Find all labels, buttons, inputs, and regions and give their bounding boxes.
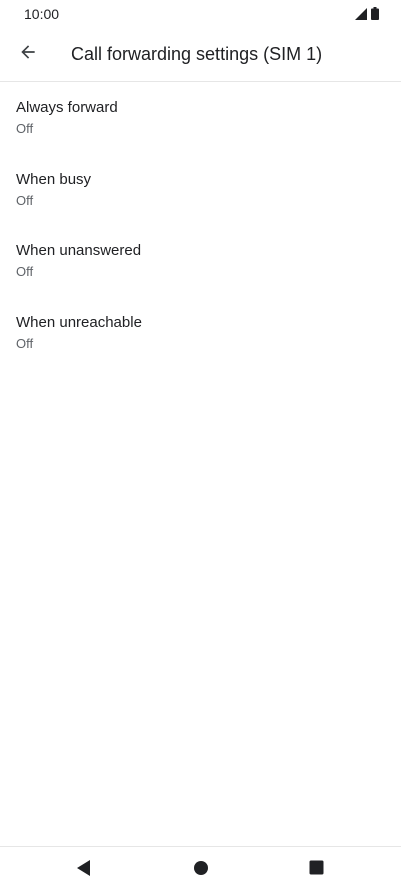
navigation-bar [0,846,401,893]
nav-back-icon [76,859,92,882]
setting-summary: Off [16,121,34,136]
battery-icon [371,7,379,25]
setting-title: When unanswered [16,242,142,259]
setting-when-unanswered[interactable]: When unanswered Off [0,225,401,297]
setting-when-busy[interactable]: When busy Off [0,154,401,226]
setting-summary: Off [16,335,34,351]
status-bar: 10:00 [0,0,401,28]
status-icons [355,7,379,25]
setting-summary: Off [16,192,34,208]
setting-when-unreachable[interactable]: When unreachable Off [0,297,401,369]
nav-home-button[interactable] [188,857,214,883]
nav-recents-button[interactable] [303,857,329,883]
nav-home-icon [193,860,209,881]
setting-summary: Off [16,264,34,279]
app-bar: Call forwarding settings (SIM 1) [0,28,401,82]
arrow-back-icon [18,42,38,67]
setting-title: When busy [16,170,92,188]
setting-title: Always forward [16,99,118,116]
status-time: 10:00 [24,6,60,22]
page-title: Call forwarding settings (SIM 1) [71,44,323,64]
back-button[interactable] [8,34,48,74]
nav-back-button[interactable] [71,857,97,883]
settings-list: Always forward Off When busy Off When un… [0,82,401,368]
setting-title: When unreachable [16,313,142,331]
setting-always-forward[interactable]: Always forward Off [0,82,401,154]
nav-recents-icon [309,860,324,880]
signal-icon [355,7,367,25]
